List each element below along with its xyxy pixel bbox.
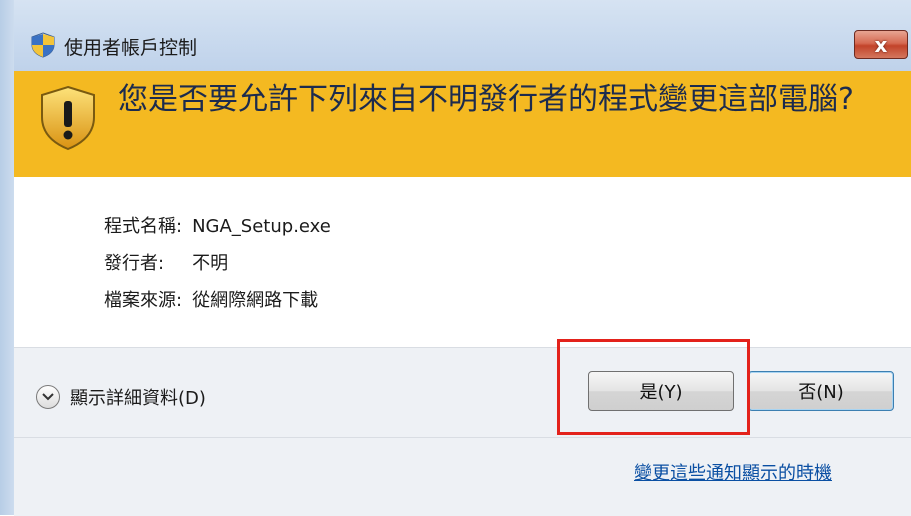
window-title: 使用者帳戶控制 (64, 37, 198, 59)
change-notification-link[interactable]: 變更這些通知顯示的時機 (634, 459, 832, 485)
show-details-toggle[interactable]: 顯示詳細資料(D) (36, 383, 206, 411)
warning-banner: 您是否要允許下列來自不明發行者的程式變更這部電腦? (14, 71, 911, 177)
warning-shield-icon (38, 85, 98, 151)
source-value: 從網際網路下載 (192, 290, 319, 311)
close-button[interactable]: x (854, 30, 908, 59)
program-name-value: NGA_Setup.exe (192, 216, 331, 237)
publisher-row: 發行者: 不明 (104, 249, 228, 275)
title-bar: 使用者帳戶控制 x (14, 0, 911, 71)
source-row: 檔案來源: 從網際網路下載 (104, 286, 318, 312)
close-icon: x (874, 32, 888, 57)
program-name-label: 程式名稱: (104, 216, 183, 237)
program-name-row: 程式名稱: NGA_Setup.exe (104, 212, 331, 238)
uac-shield-icon (30, 32, 56, 58)
source-label: 檔案來源: (104, 290, 183, 311)
no-button[interactable]: 否(N) (748, 371, 894, 411)
chevron-down-icon (36, 385, 60, 409)
divider (14, 437, 911, 438)
publisher-label: 發行者: (104, 253, 165, 274)
show-details-label: 顯示詳細資料(D) (70, 388, 206, 409)
uac-question: 您是否要允許下列來自不明發行者的程式變更這部電腦? (118, 82, 854, 117)
publisher-value: 不明 (192, 253, 229, 274)
window-frame-left (0, 0, 14, 515)
highlight-box (557, 339, 750, 435)
